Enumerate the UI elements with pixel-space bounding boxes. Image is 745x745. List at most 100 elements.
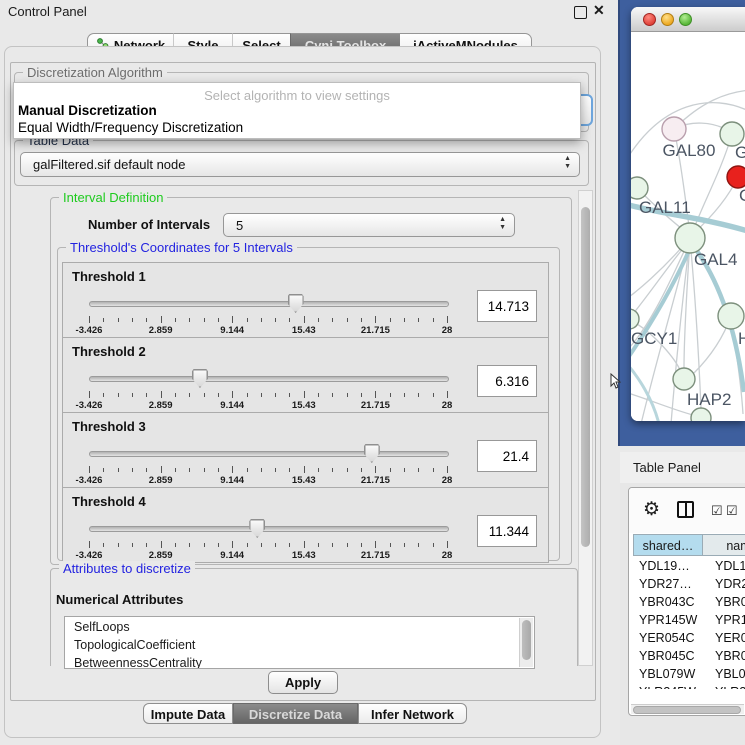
algorithm-group-title: Discretization Algorithm: [23, 65, 167, 80]
network-node[interactable]: [631, 309, 639, 329]
zoom-traffic-light[interactable]: [679, 13, 692, 26]
popup-item-equal-width[interactable]: Equal Width/Frequency Discretization: [18, 120, 243, 135]
num-intervals-combobox[interactable]: 5 ▲▼: [223, 213, 515, 237]
threshold-label: Threshold 4: [72, 494, 146, 509]
table-cell: YER0: [715, 629, 745, 647]
table-cell: YLR345W: [639, 683, 696, 689]
network-node-label: GAL80: [663, 141, 716, 160]
table-row[interactable]: YBR043CYBR0: [633, 593, 745, 611]
table-data-value: galFiltered.sif default node: [33, 157, 185, 172]
network-node-label: GCY1: [631, 329, 677, 348]
columns-icon[interactable]: [677, 501, 694, 518]
table-row[interactable]: YPR145W YPR1: [633, 611, 745, 629]
network-window-titlebar: [631, 7, 745, 32]
table-cell: YBR045C: [639, 647, 695, 665]
float-window-icon[interactable]: [574, 6, 587, 19]
slider-ticks: [89, 316, 447, 324]
threshold-panel: Threshold 2 -3.4262.8599.14415.4321.7152…: [62, 337, 549, 413]
network-node-label: H: [738, 329, 745, 348]
table-cell: YDL19…: [639, 557, 690, 575]
attribute-list-item[interactable]: BetweennessCentrality: [74, 656, 202, 669]
threshold-slider[interactable]: -3.4262.8599.14415.4321.71528: [89, 293, 449, 337]
network-node[interactable]: [631, 177, 648, 199]
select-all-checkbox-icon[interactable]: ☑: [711, 503, 723, 519]
apply-button[interactable]: Apply: [268, 671, 338, 694]
network-node[interactable]: [691, 408, 711, 421]
threshold-slider[interactable]: -3.4262.8599.14415.4321.71528: [89, 518, 449, 562]
slider-track[interactable]: [89, 526, 449, 532]
column-header-shared-name[interactable]: shared…: [633, 534, 703, 556]
attributes-scrollbar[interactable]: [519, 618, 533, 667]
popup-item-manual[interactable]: Manual Discretization: [18, 103, 157, 118]
slider-track[interactable]: [89, 451, 449, 457]
table-row[interactable]: YLR345W YLR3: [633, 683, 745, 689]
tab-infer-network[interactable]: Infer Network: [358, 703, 467, 724]
table-row[interactable]: YDL19…YDL1: [633, 557, 745, 575]
table-cell: YPR145W: [639, 611, 697, 629]
table-row[interactable]: YER054CYER0: [633, 629, 745, 647]
network-node[interactable]: [675, 223, 705, 253]
tab-discretize-data[interactable]: Discretize Data: [233, 703, 358, 724]
slider-tick-labels: -3.4262.8599.14415.4321.71528: [89, 475, 447, 487]
threshold-panel: Threshold 1 -3.4262.8599.14415.4321.7152…: [62, 262, 549, 338]
select-none-checkbox-icon[interactable]: ☑: [726, 503, 738, 519]
table-cell: YBR0: [715, 647, 745, 665]
network-window: GAL80GCGAL11GAL4GCY1HHAP2: [631, 7, 745, 421]
threshold-value-field[interactable]: [477, 440, 537, 472]
threshold-value-field[interactable]: [477, 365, 537, 397]
tab-impute-data[interactable]: Impute Data: [143, 703, 233, 724]
gear-icon[interactable]: ⚙: [643, 498, 660, 521]
table-data-combobox[interactable]: galFiltered.sif default node ▲▼: [20, 152, 580, 177]
threshold-label: Threshold 2: [72, 344, 146, 359]
algorithm-hint: Select algorithm to view settings: [14, 88, 580, 103]
threshold-value-field[interactable]: [477, 290, 537, 322]
network-node[interactable]: [727, 166, 745, 188]
table-cell: YDR2: [715, 575, 745, 593]
threshold-slider[interactable]: -3.4262.8599.14415.4321.71528: [89, 443, 449, 487]
table-cell: YLR3: [715, 683, 745, 689]
threshold-value-field[interactable]: [477, 515, 537, 547]
column-header-name[interactable]: name: [702, 534, 745, 556]
slider-tick-labels: -3.4262.8599.14415.4321.71528: [89, 400, 447, 412]
threshold-panel: Threshold 4 -3.4262.8599.14415.4321.7152…: [62, 487, 549, 563]
table-cell: YBL079W: [639, 665, 695, 683]
slider-ticks: [89, 391, 447, 399]
slider-track[interactable]: [89, 301, 449, 307]
threshold-label: Threshold 1: [72, 269, 146, 284]
content-scrollbar[interactable]: [578, 190, 593, 666]
panel-titlebar: Control Panel ✕: [0, 0, 618, 24]
slider-thumb[interactable]: [288, 294, 304, 313]
attribute-list-item[interactable]: TopologicalCoefficient: [74, 638, 195, 652]
node-table-card: ⚙ ☑ ☑ shared… name YDL19…YDL1YDR27…YDR2Y…: [628, 487, 745, 716]
table-row[interactable]: YBR045C YBR0: [633, 647, 745, 665]
close-icon[interactable]: ✕: [593, 2, 605, 19]
table-row[interactable]: YDR27…YDR2: [633, 575, 745, 593]
table-cell: YBR0: [715, 593, 745, 611]
slider-thumb[interactable]: [249, 519, 265, 538]
slider-thumb[interactable]: [364, 444, 380, 463]
network-node[interactable]: [673, 368, 695, 390]
threshold-slider[interactable]: -3.4262.8599.14415.4321.71528: [89, 368, 449, 412]
attribute-list-item[interactable]: SelfLoops: [74, 620, 130, 634]
slider-tick-labels: -3.4262.8599.14415.4321.71528: [89, 325, 447, 337]
thresholds-title: Threshold's Coordinates for 5 Intervals: [66, 240, 297, 255]
network-node[interactable]: [662, 117, 686, 141]
numerical-attributes-label: Numerical Attributes: [56, 592, 183, 607]
network-canvas[interactable]: GAL80GCGAL11GAL4GCY1HHAP2: [631, 32, 745, 421]
table-row[interactable]: YBL079WYBL0: [633, 665, 745, 683]
slider-thumb[interactable]: [192, 369, 208, 388]
minimize-traffic-light[interactable]: [661, 13, 674, 26]
slider-ticks: [89, 541, 447, 549]
table-cell: YPR1: [715, 611, 745, 629]
slider-track[interactable]: [89, 376, 449, 382]
network-node-label: GAL11: [639, 198, 691, 217]
table-horizontal-scrollbar[interactable]: [631, 704, 744, 714]
attributes-title: Attributes to discretize: [59, 561, 195, 576]
panel-title: Control Panel: [8, 4, 87, 19]
app-window: Control Panel ✕ Network Style Select Cyn…: [0, 0, 745, 745]
combo-arrows-icon: ▲▼: [499, 216, 506, 232]
threshold-panel: Threshold 3 -3.4262.8599.14415.4321.7152…: [62, 412, 549, 488]
close-traffic-light[interactable]: [643, 13, 656, 26]
numerical-attributes-list[interactable]: SelfLoops TopologicalCoefficient Betweenne…: [64, 616, 535, 669]
network-node[interactable]: [718, 303, 744, 329]
